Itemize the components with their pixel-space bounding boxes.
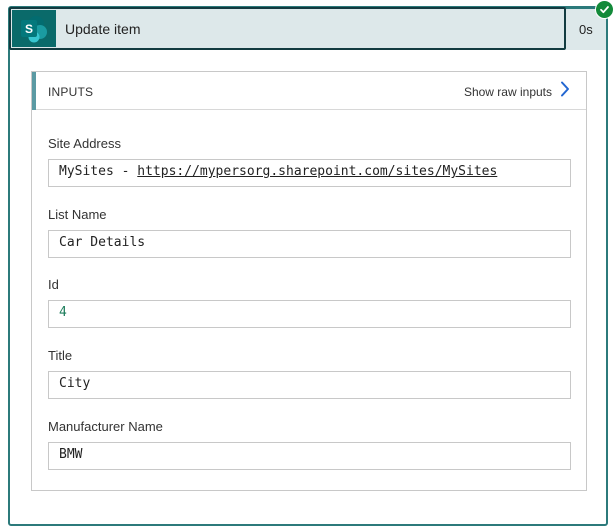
action-title: Update item: [65, 21, 141, 37]
list-name-field[interactable]: Car Details: [48, 230, 571, 258]
chevron-right-icon: [560, 81, 570, 102]
list-name-label: List Name: [48, 207, 107, 222]
show-raw-inputs-link[interactable]: Show raw inputs: [464, 81, 570, 102]
site-address-link[interactable]: https://mypersorg.sharepoint.com/sites/M…: [137, 164, 497, 179]
id-field[interactable]: 4: [48, 300, 571, 328]
site-address-prefix: MySites -: [59, 164, 138, 179]
check-circle-icon: [595, 0, 614, 19]
svg-text:S: S: [25, 22, 33, 36]
manufacturer-name-value: BMW: [59, 447, 83, 462]
inputs-panel: INPUTS Show raw inputs Site Address MySi…: [31, 71, 587, 491]
show-raw-inputs-label: Show raw inputs: [463, 84, 552, 99]
title-value: City: [59, 376, 91, 391]
manufacturer-name-label: Manufacturer Name: [48, 419, 163, 434]
title-field[interactable]: City: [48, 371, 571, 399]
title-label: Title: [48, 348, 73, 363]
id-value: 4: [59, 305, 67, 320]
list-name-value: Car Details: [59, 235, 146, 250]
inputs-header: INPUTS Show raw inputs: [32, 72, 586, 110]
inputs-title: INPUTS: [48, 85, 94, 99]
id-label: Id: [48, 277, 59, 292]
duration-text: 0s: [579, 22, 593, 37]
inputs-accent-bar: [32, 72, 36, 110]
site-address-field[interactable]: MySites - https://mypersorg.sharepoint.c…: [48, 159, 571, 187]
action-header[interactable]: S Update item: [9, 7, 566, 50]
sharepoint-icon: S: [12, 10, 56, 47]
action-card: S Update item 0s INPUTS Show raw inputs …: [0, 0, 616, 526]
site-address-label: Site Address: [48, 136, 121, 151]
manufacturer-name-field[interactable]: BMW: [48, 442, 571, 470]
